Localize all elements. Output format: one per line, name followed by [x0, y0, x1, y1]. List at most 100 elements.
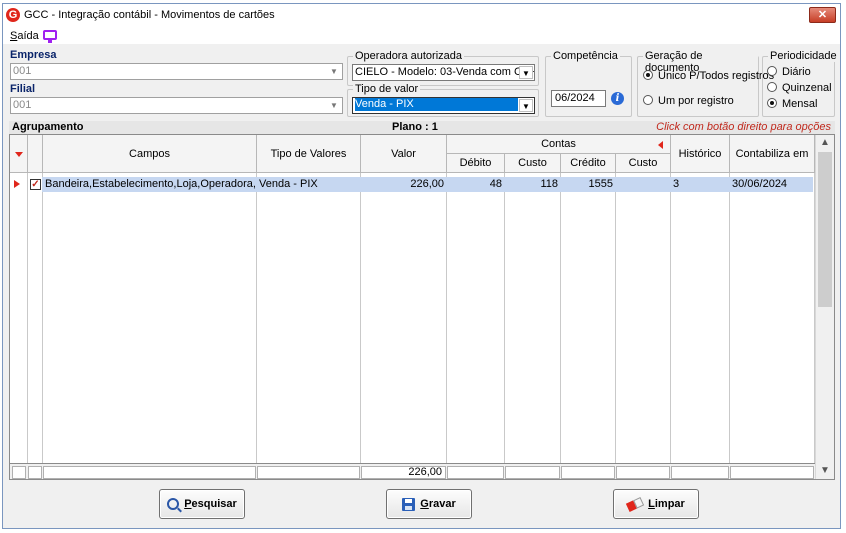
periodicidade-quinzenal-label: Quinzenal: [782, 82, 832, 94]
header-debito[interactable]: Débito: [447, 154, 505, 173]
grid-plano: Plano : 1: [392, 121, 438, 133]
vertical-scrollbar[interactable]: ▲ ▼: [815, 135, 834, 479]
header-custo-debito-label: Custo: [518, 157, 547, 169]
header-tipo-valores[interactable]: Tipo de Valores: [257, 135, 361, 173]
header-contabiliza-em-label: Contabiliza em: [735, 147, 809, 160]
header-custo-credito[interactable]: Custo: [616, 154, 671, 173]
app-logo-icon: G: [6, 8, 20, 22]
periodicidade-mensal-radio[interactable]: Mensal: [767, 98, 817, 110]
header-campos-label: Campos: [129, 147, 170, 160]
cell-historico[interactable]: 3: [673, 177, 728, 192]
header-check[interactable]: [28, 135, 43, 173]
window-title: GCC - Integração contábil - Movimentos d…: [24, 9, 275, 21]
radio-icon[interactable]: [767, 82, 777, 92]
competencia-group: Competência: [545, 50, 632, 117]
chevron-down-icon[interactable]: ▼: [327, 65, 341, 78]
periodicidade-quinzenal-radio[interactable]: Quinzenal: [767, 82, 832, 94]
menu-saida[interactable]: Saída: [10, 30, 39, 42]
header-historico[interactable]: Histórico: [671, 135, 730, 173]
grid-hint: Click com botão direito para opções: [656, 121, 831, 133]
tipo-valor-legend: Tipo de valor: [353, 83, 421, 95]
save-icon: [402, 497, 416, 511]
radio-selected-icon[interactable]: [767, 98, 777, 108]
empresa-label: Empresa: [10, 49, 57, 61]
menu-saida-label: aída: [17, 30, 39, 42]
cell-valor[interactable]: 226,00: [361, 177, 444, 192]
close-button[interactable]: ✕: [809, 7, 836, 23]
header-contabiliza-em[interactable]: Contabiliza em: [730, 135, 815, 173]
radio-icon[interactable]: [643, 95, 653, 105]
grid-footer: 226,00: [10, 463, 815, 479]
periodicidade-mensal-label: Mensal: [782, 98, 818, 110]
footer-cell: [12, 466, 26, 479]
geracao-unico-label: Único P/Todos registros: [658, 70, 775, 82]
header-contas-label: Contas: [541, 138, 576, 150]
footer-cell: [505, 466, 560, 479]
cell-debito[interactable]: 48: [447, 177, 502, 192]
row-checkbox[interactable]: ✓: [30, 179, 41, 190]
competencia-input[interactable]: 06/2024: [551, 90, 606, 107]
filial-label: Filial: [10, 83, 36, 95]
empresa-value: 001: [13, 65, 32, 77]
grid-header-bar: Agrupamento Plano : 1 Click com botão di…: [9, 121, 835, 134]
footer-cell: [43, 466, 256, 479]
empresa-combo[interactable]: 001 ▼: [10, 63, 343, 80]
radio-selected-icon[interactable]: [643, 70, 653, 80]
operadora-combo[interactable]: CIELO - Modelo: 03-Venda com CV + Pa ▼: [352, 64, 535, 81]
gravar-label: Gravar: [420, 498, 455, 510]
cell-contabiliza-em[interactable]: 30/06/2024: [732, 177, 812, 192]
eraser-icon: [626, 497, 644, 512]
geracao-um-radio[interactable]: Um por registro: [643, 95, 734, 107]
chevron-down-icon[interactable]: ▼: [519, 99, 533, 112]
sort-down-icon: [15, 152, 23, 157]
pesquisar-label: Pesquisar: [184, 498, 237, 510]
geracao-group: Geração de documento: [637, 50, 759, 117]
radio-icon[interactable]: [767, 66, 777, 76]
collapse-left-icon[interactable]: [658, 141, 663, 149]
scrollbar-thumb[interactable]: [818, 152, 832, 307]
footer-cell: [561, 466, 615, 479]
search-icon: [167, 498, 180, 510]
header-valor[interactable]: Valor: [361, 135, 447, 173]
limpar-button[interactable]: Limpar: [613, 489, 699, 519]
filial-value: 001: [13, 99, 32, 111]
limpar-label: Limpar: [648, 498, 685, 510]
footer-cell: [671, 466, 729, 479]
monitor-icon[interactable]: [43, 30, 57, 43]
geracao-um-label: Um por registro: [658, 95, 734, 107]
chevron-down-icon[interactable]: ▼: [519, 66, 533, 79]
operadora-legend: Operadora autorizada: [353, 50, 465, 62]
header-custo-debito[interactable]: Custo: [505, 154, 561, 173]
periodicidade-diario-radio[interactable]: Diário: [767, 66, 811, 78]
cell-campos[interactable]: Bandeira,Estabelecimento,Loja,Operadora,…: [45, 177, 255, 192]
agrupamento-grid[interactable]: Campos Tipo de Valores Valor Contas Débi…: [9, 134, 835, 480]
header-contas[interactable]: Contas: [447, 135, 671, 154]
chevron-down-icon[interactable]: ▼: [816, 463, 834, 479]
limpar-accel: L: [648, 498, 655, 510]
tipo-valor-combo[interactable]: Venda - PIX ▼: [352, 97, 535, 114]
cell-custo-debito[interactable]: 118: [505, 177, 558, 192]
menu-bar: Saída: [3, 27, 840, 44]
gravar-button[interactable]: Gravar: [386, 489, 472, 519]
tipo-valor-value: Venda - PIX: [355, 98, 518, 111]
competencia-legend: Competência: [551, 50, 620, 62]
geracao-unico-radio[interactable]: Único P/Todos registros: [643, 70, 774, 82]
header-credito[interactable]: Crédito: [561, 154, 616, 173]
periodicidade-diario-label: Diário: [782, 66, 811, 78]
limpar-rest: impar: [654, 498, 685, 510]
filial-combo[interactable]: 001 ▼: [10, 97, 343, 114]
gravar-accel: G: [420, 498, 429, 510]
grid-line: [27, 135, 28, 463]
header-campos[interactable]: Campos: [43, 135, 257, 173]
pesquisar-rest: esquisar: [191, 498, 237, 510]
header-debito-label: Débito: [459, 157, 492, 169]
chevron-up-icon[interactable]: ▲: [816, 135, 834, 151]
info-icon[interactable]: i: [611, 92, 624, 105]
chevron-down-icon[interactable]: ▼: [327, 99, 341, 112]
footer-cell: [616, 466, 670, 479]
header-tipo-valores-label: Tipo de Valores: [270, 147, 347, 160]
pesquisar-button[interactable]: Pesquisar: [159, 489, 245, 519]
cell-credito[interactable]: 1555: [561, 177, 613, 192]
header-valor-label: Valor: [391, 147, 416, 160]
cell-tipo-valores[interactable]: Venda - PIX: [259, 177, 359, 192]
